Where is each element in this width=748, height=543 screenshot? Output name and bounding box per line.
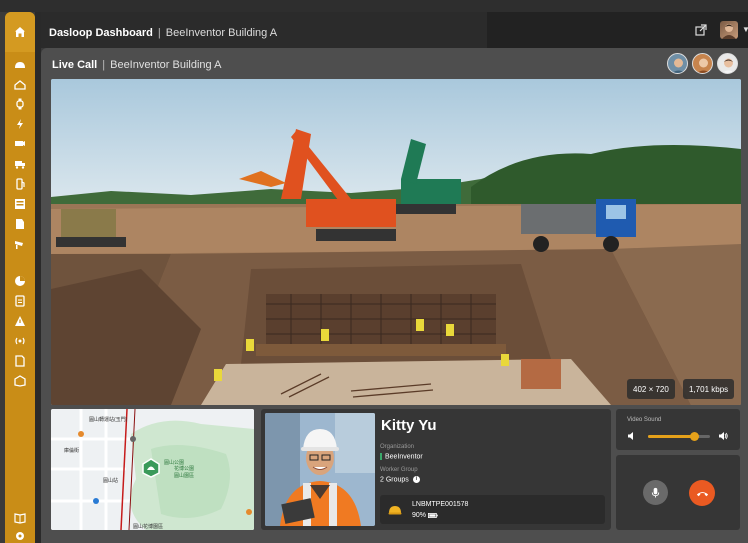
map-label: 庫倫街 — [64, 448, 80, 454]
map-label: 圓山園區 — [174, 473, 195, 479]
video-feed[interactable]: 402 × 720 1,701 kbps — [51, 79, 741, 405]
tag-icon — [16, 219, 24, 229]
worker-name: Kitty Yu — [381, 417, 437, 434]
sidebar-item-broadcast[interactable] — [5, 332, 35, 350]
cctv-icon — [15, 241, 23, 249]
video-sound-label: Video Sound — [627, 417, 662, 423]
organization-label: Organization — [380, 444, 415, 450]
sidebar-item-panel[interactable] — [5, 195, 35, 213]
sidebar-item-home[interactable] — [5, 12, 35, 52]
warning-icon — [15, 316, 25, 326]
top-strip — [0, 0, 748, 12]
chevron-down-icon[interactable]: ▼ — [742, 25, 748, 34]
pie-chart-icon — [15, 276, 25, 286]
panel-icon — [15, 199, 25, 209]
map-label: 圓山轉運站(玉門) — [89, 417, 128, 423]
organization-name: BeeInventor — [385, 453, 423, 461]
volume-slider[interactable] — [648, 432, 710, 441]
worker-group-label: Worker Group — [380, 467, 418, 473]
volume-high-icon[interactable] — [718, 431, 728, 441]
end-call-icon — [696, 491, 708, 496]
sidebar-item-cctv[interactable] — [5, 235, 35, 253]
live-call-site: BeeInventor Building A — [110, 59, 222, 71]
sidebar-item-camera[interactable] — [5, 135, 35, 153]
resolution-badge: 402 × 720 — [627, 379, 675, 399]
watch-icon — [16, 98, 24, 110]
sidebar-item-watch[interactable] — [5, 95, 35, 113]
sidebar-item-settings[interactable] — [5, 527, 35, 543]
microphone-icon — [651, 487, 660, 498]
organization-value: BeeInventor — [380, 453, 423, 460]
sidebar-item-reports[interactable] — [5, 292, 35, 310]
title-separator: | — [102, 59, 106, 71]
book-icon — [14, 513, 26, 524]
page-title: Dasloop Dashboard | BeeInventor Building A — [49, 27, 277, 39]
sidebar-item-gas[interactable] — [5, 175, 35, 193]
box-icon — [14, 375, 26, 387]
volume-low-icon[interactable] — [627, 431, 637, 441]
header-right-area — [487, 12, 748, 48]
sidebar-item-docs[interactable] — [5, 509, 35, 527]
volume-slider-knob[interactable] — [690, 432, 699, 441]
helmet-device-icon — [388, 506, 402, 515]
helmet-icon — [15, 62, 25, 68]
power-icon — [17, 119, 23, 129]
sidebar-item-vehicles[interactable] — [5, 155, 35, 173]
location-map[interactable]: 圓山轉運站(玉門) 庫倫街 圓山公園 花博公園 圓山園區 圓山站 圓山花博園區 — [51, 409, 254, 530]
home-icon — [15, 27, 25, 37]
sidebar-item-workers[interactable] — [5, 75, 35, 93]
device-id: LNBMTPE001578 — [412, 501, 469, 508]
sidebar-item-inventory[interactable] — [5, 372, 35, 390]
sidebar — [5, 12, 35, 543]
end-call-button[interactable] — [689, 480, 715, 506]
participant-avatars — [667, 53, 738, 75]
call-controls — [616, 455, 740, 530]
sidebar-item-helmet[interactable] — [5, 56, 35, 74]
sidebar-item-invoices[interactable] — [5, 352, 35, 370]
app-title: Dasloop Dashboard — [49, 27, 153, 39]
sidebar-item-tags[interactable] — [5, 215, 35, 233]
site-name: BeeInventor Building A — [165, 27, 278, 39]
worker-location-icon — [14, 80, 26, 90]
participant-avatar[interactable] — [692, 53, 713, 74]
sidebar-item-analytics[interactable] — [5, 272, 35, 290]
app-header: Dasloop Dashboard | BeeInventor Building A… — [41, 12, 748, 48]
participant-avatar[interactable] — [717, 53, 738, 74]
info-icon[interactable]: i — [412, 476, 420, 483]
microphone-button[interactable] — [643, 480, 668, 505]
construction-site-image — [51, 79, 741, 405]
live-call-label: Live Call — [52, 59, 98, 71]
gas-icon — [16, 178, 25, 190]
invoice-icon — [15, 355, 25, 367]
map-label: 花博公園 — [174, 466, 195, 472]
bitrate-badge: 1,701 kbps — [683, 379, 735, 399]
sidebar-item-alerts[interactable] — [5, 312, 35, 330]
battery-icon — [427, 512, 438, 518]
volume-slider-fill — [648, 435, 695, 438]
video-sound-card: Video Sound — [616, 409, 740, 450]
worker-group-value: 2 Groups i — [380, 476, 420, 483]
device-card: LNBMTPE001578 90% — [380, 495, 605, 524]
battery-percent: 90% — [412, 512, 427, 519]
sidebar-item-power[interactable] — [5, 115, 35, 133]
report-icon — [15, 295, 25, 307]
live-call-panel: Live Call | BeeInventor Building A 402 ×… — [41, 48, 748, 543]
worker-profile-card: Kitty Yu Organization BeeInventor Worker… — [261, 409, 611, 530]
truck-icon — [15, 161, 25, 169]
worker-group-count: 2 Groups — [380, 476, 409, 484]
device-battery: 90% — [412, 512, 438, 519]
live-call-title: Live Call | BeeInventor Building A — [52, 59, 221, 71]
map-label: 圓山花博園區 — [133, 524, 164, 530]
external-link-icon[interactable] — [695, 24, 707, 36]
participant-avatar[interactable] — [667, 53, 688, 74]
broadcast-icon — [15, 337, 25, 345]
settings-icon — [16, 532, 24, 540]
title-separator: | — [157, 27, 161, 39]
user-avatar[interactable] — [720, 21, 738, 39]
map-label: 圓山站 — [103, 478, 119, 484]
worker-photo — [265, 413, 375, 526]
map-canvas — [51, 409, 254, 530]
camera-icon — [15, 141, 25, 146]
organization-color-bar — [380, 453, 382, 460]
